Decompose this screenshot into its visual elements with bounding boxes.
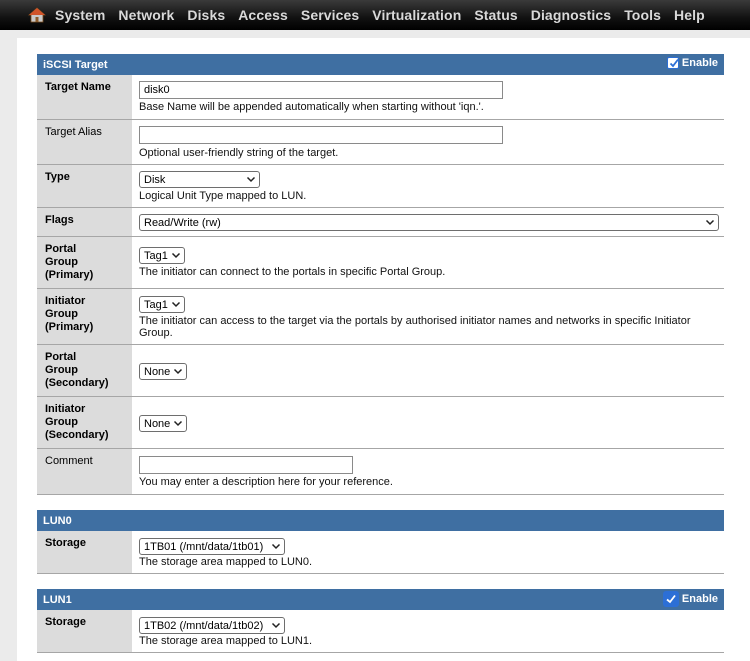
enable-checkbox[interactable] bbox=[666, 57, 679, 69]
lun1-storage-select[interactable]: 1TB02 (/mnt/data/1tb02) bbox=[139, 617, 285, 634]
target-name-label: Target Name bbox=[37, 75, 132, 119]
iscsi-target-header: iSCSI Target Enable bbox=[37, 54, 724, 75]
content-panel: iSCSI Target Enable Target Name disk0 Ba… bbox=[17, 38, 750, 661]
lun0-storage-select[interactable]: 1TB01 (/mnt/data/1tb01) bbox=[139, 538, 285, 555]
chevron-down-icon bbox=[171, 301, 181, 308]
lun1-header: LUN1 Enable bbox=[37, 589, 724, 610]
chevron-down-icon bbox=[271, 622, 281, 629]
menu-status[interactable]: Status bbox=[474, 7, 517, 23]
initiator-group-primary-select[interactable]: Tag1 bbox=[139, 296, 185, 313]
lun1-hint: The storage area mapped to LUN1. bbox=[139, 635, 313, 647]
flags-label: Flags bbox=[37, 208, 132, 236]
lun0-storage-label: Storage bbox=[37, 531, 132, 573]
initiator-group-primary-hint: The initiator can access to the target v… bbox=[139, 315, 691, 339]
section-title: iSCSI Target bbox=[43, 59, 108, 71]
initiator-group-primary-value: Tag1 bbox=[144, 299, 168, 311]
lun0-title: LUN0 bbox=[43, 515, 72, 527]
target-name-hint: Base Name will be appended automatically… bbox=[139, 101, 484, 113]
menu-access[interactable]: Access bbox=[238, 7, 288, 23]
menu-tools[interactable]: Tools bbox=[624, 7, 661, 23]
menu-virtualization[interactable]: Virtualization bbox=[372, 7, 461, 23]
portal-group-primary-label: Portal Group (Primary) bbox=[37, 237, 132, 288]
type-select[interactable]: Disk bbox=[139, 171, 260, 188]
lun0-storage-row: Storage 1TB01 (/mnt/data/1tb01) The stor… bbox=[37, 531, 724, 574]
flags-select-value: Read/Write (rw) bbox=[144, 217, 221, 229]
portal-group-primary-value: Tag1 bbox=[144, 250, 168, 262]
target-alias-input[interactable] bbox=[139, 126, 503, 144]
lun1-storage-label: Storage bbox=[37, 610, 132, 652]
initiator-group-primary-row: Initiator Group (Primary) Tag1 The initi… bbox=[37, 289, 724, 345]
menu-help[interactable]: Help bbox=[674, 7, 705, 23]
portal-group-secondary-select[interactable]: None bbox=[139, 363, 187, 380]
portal-group-primary-select[interactable]: Tag1 bbox=[139, 247, 185, 264]
target-name-input[interactable]: disk0 bbox=[139, 81, 503, 99]
chevron-down-icon bbox=[171, 252, 181, 259]
target-enable-toggle[interactable]: Enable bbox=[666, 57, 718, 69]
chevron-down-icon bbox=[246, 176, 256, 183]
flags-select[interactable]: Read/Write (rw) bbox=[139, 214, 719, 231]
type-hint: Logical Unit Type mapped to LUN. bbox=[139, 190, 307, 202]
lun1-enable-toggle[interactable]: Enable bbox=[662, 591, 718, 607]
comment-row: Comment You may enter a description here… bbox=[37, 449, 724, 495]
lun0-hint: The storage area mapped to LUN0. bbox=[139, 556, 313, 568]
initiator-group-secondary-row: Initiator Group (Secondary) None bbox=[37, 397, 724, 449]
comment-input[interactable] bbox=[139, 456, 353, 474]
type-select-value: Disk bbox=[144, 174, 166, 186]
type-label: Type bbox=[37, 165, 132, 207]
initiator-group-secondary-label: Initiator Group (Secondary) bbox=[37, 397, 132, 448]
chevron-down-icon bbox=[173, 368, 183, 375]
lun1-storage-value: 1TB02 (/mnt/data/1tb02) bbox=[144, 620, 264, 632]
enable-label: Enable bbox=[681, 57, 718, 69]
main-menu: System Network Disks Access Services Vir… bbox=[55, 7, 718, 23]
target-alias-label: Target Alias bbox=[37, 120, 132, 164]
target-alias-row: Target Alias Optional user-friendly stri… bbox=[37, 120, 724, 165]
lun1-enable-checkbox[interactable] bbox=[662, 591, 679, 607]
chevron-down-icon bbox=[173, 420, 183, 427]
comment-hint: You may enter a description here for you… bbox=[139, 476, 393, 488]
chevron-down-icon bbox=[271, 543, 281, 550]
home-icon[interactable] bbox=[28, 6, 46, 24]
type-row: Type Disk Logical Unit Type mapped to LU… bbox=[37, 165, 724, 208]
chevron-down-icon bbox=[705, 219, 715, 226]
lun1-enable-label: Enable bbox=[681, 593, 718, 605]
portal-group-primary-row: Portal Group (Primary) Tag1 The initiato… bbox=[37, 237, 724, 289]
initiator-group-primary-label: Initiator Group (Primary) bbox=[37, 289, 132, 344]
initiator-group-secondary-value: None bbox=[144, 418, 171, 430]
menu-diagnostics[interactable]: Diagnostics bbox=[531, 7, 611, 23]
portal-group-primary-hint: The initiator can connect to the portals… bbox=[139, 266, 446, 278]
comment-label: Comment bbox=[37, 449, 132, 494]
initiator-group-secondary-select[interactable]: None bbox=[139, 415, 187, 432]
target-name-row: Target Name disk0 Base Name will be appe… bbox=[37, 75, 724, 120]
target-alias-hint: Optional user-friendly string of the tar… bbox=[139, 147, 339, 159]
lun0-header: LUN0 bbox=[37, 510, 724, 531]
lun0-storage-value: 1TB01 (/mnt/data/1tb01) bbox=[144, 541, 264, 553]
flags-row: Flags Read/Write (rw) bbox=[37, 208, 724, 237]
top-menu-bar: System Network Disks Access Services Vir… bbox=[0, 0, 750, 30]
lun1-storage-row: Storage 1TB02 (/mnt/data/1tb02) The stor… bbox=[37, 610, 724, 653]
portal-group-secondary-label: Portal Group (Secondary) bbox=[37, 345, 132, 396]
menu-network[interactable]: Network bbox=[118, 7, 174, 23]
portal-group-secondary-row: Portal Group (Secondary) None bbox=[37, 345, 724, 397]
portal-group-secondary-value: None bbox=[144, 366, 171, 378]
menu-services[interactable]: Services bbox=[301, 7, 359, 23]
lun1-title: LUN1 bbox=[43, 594, 72, 606]
menu-system[interactable]: System bbox=[55, 7, 105, 23]
menu-disks[interactable]: Disks bbox=[187, 7, 225, 23]
